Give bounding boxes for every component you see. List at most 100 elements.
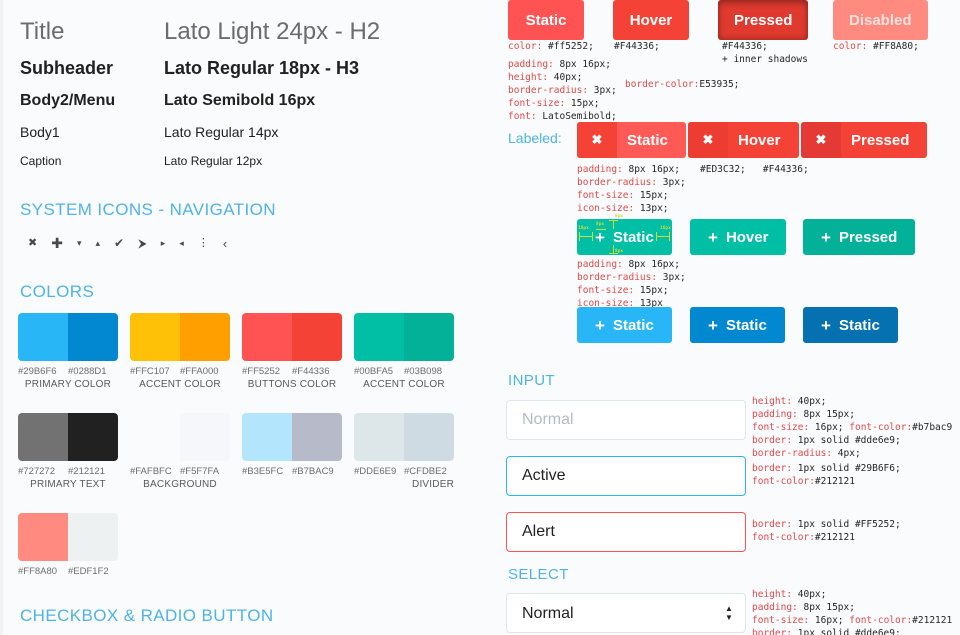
- kebab-menu-icon[interactable]: ⋮: [198, 237, 209, 249]
- typography-row-body2: Body2/Menu Lato Semibold 16px: [20, 92, 480, 110]
- swatch-bar: [354, 413, 454, 461]
- plus-icon: +: [821, 227, 831, 247]
- swatch-half-a: [354, 413, 404, 461]
- triangle-left-icon[interactable]: ◂: [179, 238, 184, 248]
- color-swatch-group: #FF5252 #F44336 BUTTONS COLOR: [242, 313, 342, 390]
- labeled-button-pressed[interactable]: ✖ Pressed: [801, 122, 928, 158]
- green-button-label: Pressed: [838, 228, 898, 246]
- button-pressed[interactable]: Pressed: [718, 0, 809, 40]
- swatch-code-b: #03B098: [404, 366, 443, 377]
- swatch-half-b: [180, 413, 230, 461]
- labeled-button-label: Static: [627, 131, 668, 149]
- circle-arrow-right-icon[interactable]: ⮞: [138, 237, 147, 249]
- labeled-button-static[interactable]: ✖ Static: [577, 122, 686, 158]
- plus-icon: +: [595, 315, 605, 335]
- swatch-codes: #29B6F6 #0288D1: [18, 366, 118, 377]
- swatch-codes: #727272 #212121: [18, 466, 118, 477]
- css-note-button-4: padding: 8px 16px; height: 40px; border-…: [508, 59, 617, 122]
- swatch-code-b: #F5F7FA: [180, 466, 220, 477]
- blue-button-label: Static: [725, 316, 767, 334]
- input-active[interactable]: [506, 456, 746, 496]
- swatch-code-a: #FFC107: [130, 366, 170, 377]
- swatch-half-b: [68, 513, 118, 561]
- swatch-bar: [18, 513, 118, 561]
- section-heading-input: INPUT: [508, 372, 555, 389]
- plus-icon: +: [708, 315, 718, 335]
- plus-icon: +: [708, 227, 718, 247]
- labeled-buttons-tag: Labeled:: [508, 130, 562, 146]
- swatch-codes: #FF5252 #F44336: [242, 366, 342, 377]
- typography-label: Caption: [20, 154, 62, 168]
- css-note-input-1: border: 1px solid #29B6F6; font-color:#2…: [752, 463, 901, 487]
- swatch-codes: #00BFA5 #03B098: [354, 366, 454, 377]
- swatch-bar: [242, 313, 342, 361]
- swatch-half-a: [354, 313, 404, 361]
- blue-button-static-0[interactable]: + Static: [577, 307, 672, 343]
- swatch-code-b: #212121: [68, 466, 105, 477]
- close-icon: ✖: [801, 122, 841, 158]
- caret-down-icon[interactable]: ▾: [77, 238, 82, 248]
- close-icon: ✖: [688, 122, 728, 158]
- swatch-half-b: [404, 313, 454, 361]
- button-disabled[interactable]: Disabled: [833, 0, 928, 40]
- input-alert[interactable]: [506, 512, 746, 552]
- swatch-codes: #FF8A80 #EDF1F2: [18, 566, 118, 577]
- swatch-half-a: [18, 313, 68, 361]
- color-swatch-group: #727272 #212121 PRIMARY TEXT: [18, 413, 118, 490]
- close-icon[interactable]: ✖: [28, 237, 37, 249]
- chevron-left-icon[interactable]: ‹: [223, 237, 227, 250]
- swatch-half-a: [18, 513, 68, 561]
- input-normal[interactable]: [506, 400, 746, 440]
- swatch-code-b: #FFA000: [180, 366, 219, 377]
- css-note-labeled-0: padding: 8px 16px; border-radius: 3px; f…: [577, 164, 686, 214]
- swatch-name: PRIMARY COLOR: [24, 379, 112, 390]
- typography-row-subheader: Subheader Lato Regular 18px - H3: [20, 58, 480, 79]
- button-static[interactable]: Static: [508, 0, 584, 40]
- green-button-label: Hover: [725, 228, 769, 246]
- swatch-code-a: #FF5252: [242, 366, 281, 377]
- check-icon[interactable]: ✔: [114, 237, 124, 249]
- green-button-static[interactable]: + Static 16px 16px 8px 8px 8px: [577, 214, 672, 255]
- color-swatch-group: #29B6F6 #0288D1 PRIMARY COLOR: [18, 313, 118, 390]
- swatch-codes: #DDE6E9 #CFDBE2: [354, 466, 454, 477]
- labeled-button-hover[interactable]: ✖ Hover: [688, 122, 799, 158]
- typography-label: Body2/Menu: [20, 92, 116, 109]
- typography-label: Body1: [20, 124, 60, 140]
- swatch-name: BACKGROUND: [143, 479, 217, 490]
- swatch-code-a: #B3E5FC: [242, 466, 284, 477]
- green-button-hover[interactable]: + Hover: [690, 219, 787, 255]
- swatch-code-a: #FAFBFC: [130, 466, 172, 477]
- triangle-right-icon[interactable]: ▸: [161, 238, 166, 248]
- blue-button-static-2[interactable]: + Static: [803, 307, 898, 343]
- swatch-half-a: [130, 413, 180, 461]
- select-normal[interactable]: Normal: [506, 593, 746, 633]
- labeled-button-label: Pressed: [851, 131, 910, 149]
- swatch-codes: #FFC107 #FFA000: [130, 366, 230, 377]
- css-note-button-5: border-color:E53935;: [625, 79, 740, 90]
- select-normal-wrapper[interactable]: Normal ▲ ▼: [506, 593, 746, 633]
- caret-up-icon[interactable]: ▴: [95, 238, 100, 248]
- button-hover[interactable]: Hover: [613, 0, 689, 40]
- css-note-button-3: color: #FF8A80;: [833, 41, 919, 52]
- swatch-code-a: #FF8A80: [18, 566, 58, 577]
- swatch-code-b: #0288D1: [68, 366, 107, 377]
- css-note-input-0: height: 40px; padding: 8px 15px; font-si…: [752, 396, 953, 459]
- swatch-half-b: [292, 313, 342, 361]
- css-note-input-2: border: 1px solid #FF5252; font-color:#2…: [752, 519, 901, 543]
- labeled-button-label: Hover: [738, 131, 781, 149]
- blue-button-static-1[interactable]: + Static: [690, 307, 785, 343]
- typography-row-body1: Body1 Lato Regular 14px: [20, 124, 480, 140]
- green-button-label: Static: [612, 228, 654, 246]
- button-label: Disabled: [849, 11, 912, 29]
- swatch-code-a: #29B6F6: [18, 366, 57, 377]
- typography-sample: Lato Semibold 16px: [164, 92, 316, 109]
- green-button-pressed[interactable]: + Pressed: [803, 219, 916, 255]
- swatch-half-b: [68, 313, 118, 361]
- color-swatch-group: #B3E5FC #B7BAC9: [242, 413, 342, 477]
- css-note-select: height: 40px; padding: 8px 15px; font-si…: [752, 589, 953, 635]
- plus-icon[interactable]: ✚: [51, 236, 63, 250]
- section-heading-select: SELECT: [508, 566, 569, 583]
- color-swatch-group: #FF8A80 #EDF1F2: [18, 513, 118, 577]
- swatch-name: ACCENT COLOR: [363, 379, 445, 390]
- section-heading-system-icons: SYSTEM ICONS - NAVIGATION: [20, 200, 276, 219]
